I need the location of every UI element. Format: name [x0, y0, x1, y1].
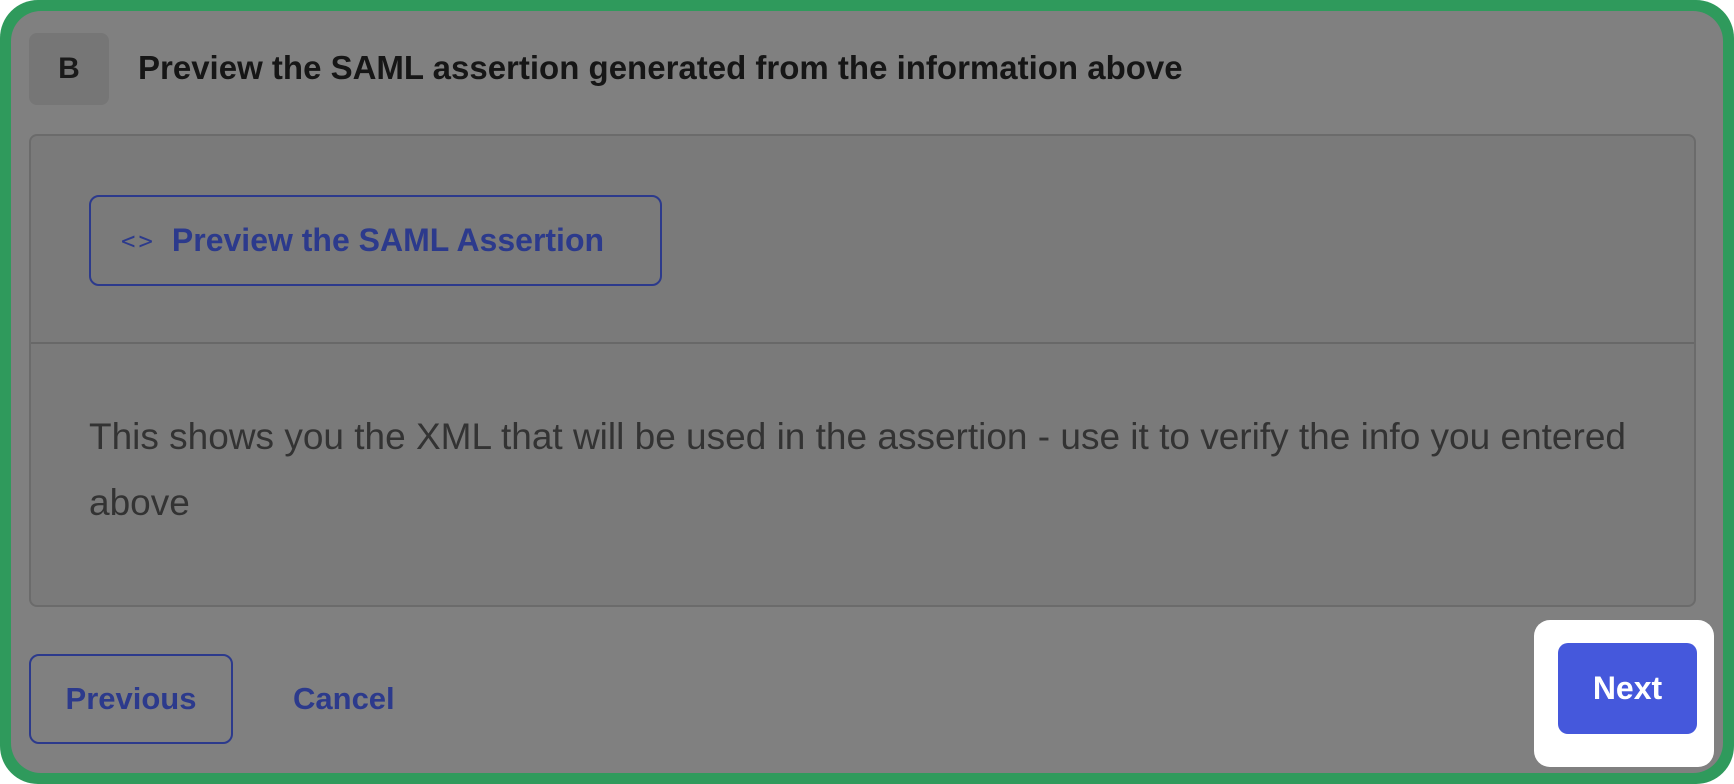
preview-saml-assertion-label: Preview the SAML Assertion [171, 222, 605, 258]
preview-card-header: <> Preview the SAML Assertion [31, 136, 1694, 344]
preview-card: <> Preview the SAML Assertion This shows… [29, 134, 1696, 607]
step-badge: B [29, 33, 109, 105]
previous-button[interactable]: Previous [29, 654, 233, 744]
step-title: Preview the SAML assertion generated fro… [138, 49, 1183, 86]
preview-description: This shows you the XML that will be used… [89, 416, 1626, 523]
code-icon: <> [121, 226, 156, 255]
next-button[interactable]: Next [1558, 643, 1697, 734]
app-frame: B Preview the SAML assertion generated f… [0, 0, 1734, 784]
cancel-button[interactable]: Cancel [293, 654, 395, 744]
dimmed-wizard-panel: B Preview the SAML assertion generated f… [11, 11, 1723, 773]
preview-saml-assertion-button[interactable]: <> Preview the SAML Assertion [89, 195, 662, 286]
